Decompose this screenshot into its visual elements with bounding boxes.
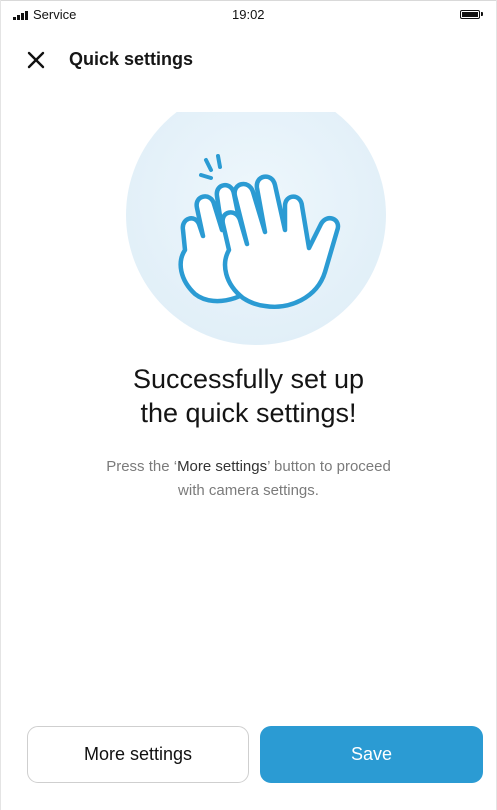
- close-icon: [27, 51, 45, 69]
- instruction-highlight: More settings: [177, 458, 268, 475]
- save-label: Save: [350, 744, 393, 764]
- success-headline: Successfully set up the quick settings!: [1, 362, 496, 430]
- signal-strength-icon: [13, 10, 28, 20]
- clapping-hands-icon: [126, 85, 386, 345]
- page-title: Quick settings: [69, 49, 194, 69]
- screen: Service 19:02 Quick settings Successfull…: [0, 0, 497, 810]
- headline-line-1: Successfully set up: [132, 364, 365, 394]
- carrier-name: Service: [33, 7, 77, 22]
- battery-icon: [460, 10, 480, 19]
- header: Quick settings: [1, 40, 496, 78]
- instruction-line-1: Press the ‘More settings’ button to proc…: [1, 455, 496, 479]
- status-bar: Service 19:02: [1, 0, 496, 25]
- instruction-prefix: Press the ‘: [106, 458, 178, 475]
- battery-tip: [481, 12, 483, 16]
- headline-line-2: the quick settings!: [140, 398, 357, 428]
- instruction-suffix: ’ button to proceed: [267, 458, 391, 475]
- more-settings-label: More settings: [83, 744, 193, 764]
- save-button[interactable]: Save: [260, 726, 483, 783]
- instruction-line-2: with camera settings.: [178, 482, 319, 499]
- instruction-text: Press the ‘More settings’ button to proc…: [1, 455, 496, 503]
- more-settings-button[interactable]: More settings: [27, 726, 249, 783]
- clapping-hands-illustration: [125, 85, 387, 374]
- status-time: 19:02: [232, 7, 265, 22]
- close-button[interactable]: [23, 47, 49, 73]
